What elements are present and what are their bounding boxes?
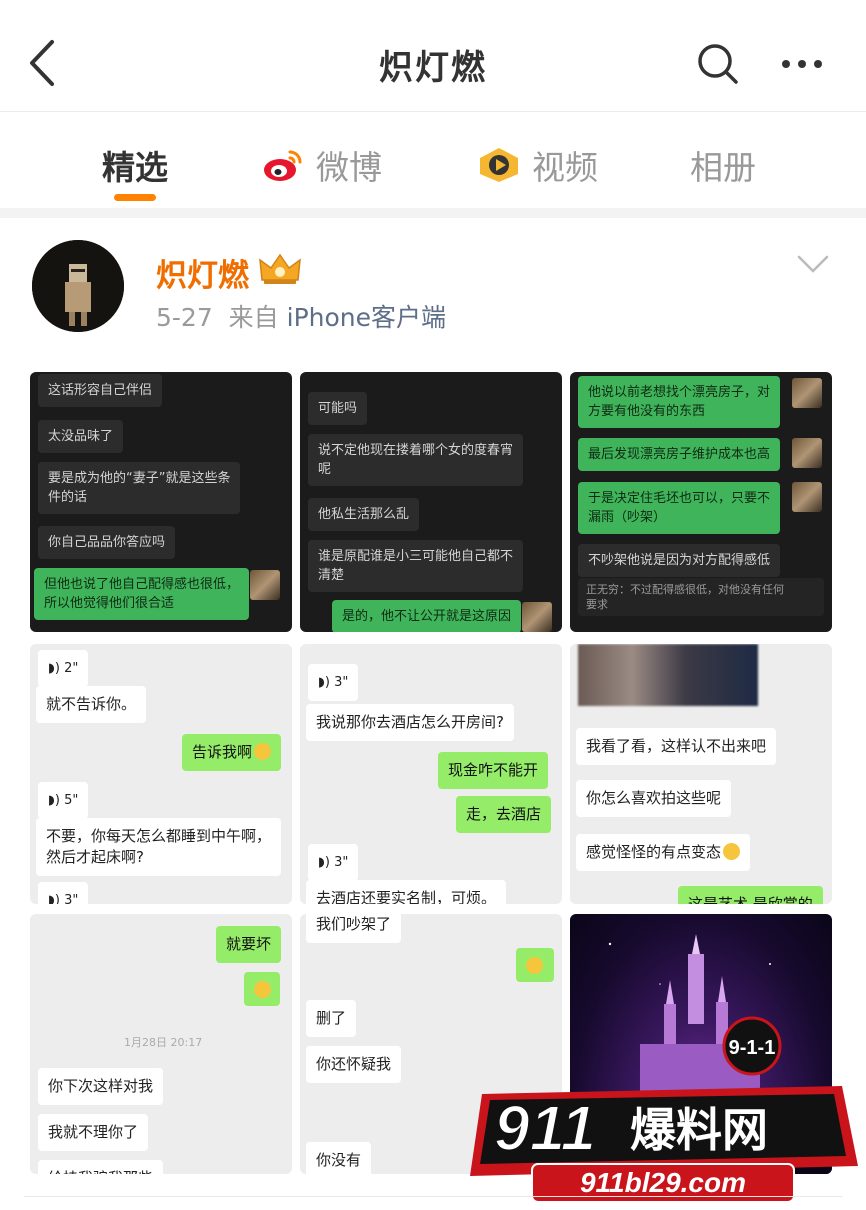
watermark-number: 911 xyxy=(494,1092,596,1164)
emoji-icon xyxy=(254,981,271,998)
voice-duration: 3" xyxy=(64,893,79,904)
image-tile-3[interactable]: 他说以前老想找个漂亮房子，对 方要有他没有的东西 最后发现漂亮房子维护成本也高 … xyxy=(570,372,832,632)
post-source: iPhone客户端 xyxy=(286,303,447,332)
chat-bubble: 他说以前老想找个漂亮房子，对 方要有他没有的东西 xyxy=(578,376,781,428)
bottom-divider xyxy=(24,1196,842,1197)
tab-weibo[interactable]: 微博 xyxy=(262,140,382,190)
chat-bubble xyxy=(244,972,280,1006)
chat-bubble: 就不告诉你。 xyxy=(36,686,147,723)
voice-duration: 3" xyxy=(334,855,349,870)
chat-bubble: 不吵架他说是因为对方配得感低 xyxy=(578,544,781,577)
chat-bubble: 于是决定住毛坯也可以，只要不 漏雨（吵架） xyxy=(578,482,781,534)
pixelated-photo xyxy=(578,644,758,706)
chat-bubble: 感觉怪怪的有点变态 xyxy=(576,834,751,871)
chat-bubble: 我说那你去酒店怎么开房间? xyxy=(306,704,514,741)
chat-bubble: 这话形容自己伴侣 xyxy=(38,374,163,407)
chat-avatar xyxy=(792,482,822,512)
image-tile-4[interactable]: ◗) 2" 就不告诉你。 告诉我啊 ◗) 5" 不要，你每天怎么都睡到中午啊， … xyxy=(30,644,292,904)
chat-avatar xyxy=(792,438,822,468)
chat-bubble: 他私生活那么乱 xyxy=(308,498,420,531)
tab-label: 精选 xyxy=(102,148,168,187)
avatar-figure-icon xyxy=(32,240,124,332)
watermark-brand: 爆料网 xyxy=(630,1103,768,1157)
chat-bubble: 你下次这样对我 xyxy=(38,1068,164,1105)
watermark-badge: 9-1-1 xyxy=(729,1037,776,1059)
section-divider xyxy=(0,208,866,218)
chat-avatar xyxy=(522,602,552,632)
chat-bubble: 告诉我啊 xyxy=(182,734,282,771)
voice-message: ◗) 3" xyxy=(38,882,89,904)
post-meta: 5-27 来自 iPhone客户端 xyxy=(156,298,446,334)
voice-message: ◗) 2" xyxy=(38,650,89,687)
watermark-url: 911bl29.com xyxy=(580,1167,746,1198)
crown-icon xyxy=(259,253,301,284)
tab-label: 微博 xyxy=(316,148,382,187)
chat-bubble: 你怎么喜欢拍这些呢 xyxy=(576,780,732,817)
weibo-icon xyxy=(264,150,302,181)
tab-featured[interactable]: 精选 xyxy=(102,140,168,190)
chat-bubble: 给挂我骗我那些 xyxy=(38,1160,164,1174)
chevron-down-icon[interactable] xyxy=(796,254,830,274)
avatar[interactable] xyxy=(32,240,124,332)
chat-text: 感觉怪怪的有点变态 xyxy=(586,843,722,861)
chat-timestamp: 1月28日 20:17 xyxy=(124,1036,203,1049)
chat-bubble: 这是艺术 是欣赏的 xyxy=(678,886,823,904)
top-bar: 炽灯燃 xyxy=(0,0,866,112)
voice-message: ◗) 3" xyxy=(308,844,359,881)
chat-bubble xyxy=(516,948,554,982)
chat-bubble: 就要坏 xyxy=(216,926,282,963)
image-tile-2[interactable]: 可能吗 说不定他现在搂着哪个女的度春宵 呢 他私生活那么乱 谁是原配谁是小三可能… xyxy=(300,372,562,632)
chat-bubble: 是的，他不让公开就是这原因 xyxy=(332,600,522,632)
more-icon[interactable] xyxy=(780,52,824,76)
chat-bubble: 去酒店还要实名制，可烦。 xyxy=(306,880,507,904)
chat-bubble: 要是成为他的“妻子”就是这些条 件的话 xyxy=(38,462,241,514)
chat-bubble: 你还怀疑我 xyxy=(306,1046,402,1083)
chat-bubble: 可能吗 xyxy=(308,392,368,425)
chat-bubble: 删了 xyxy=(306,1000,357,1037)
chat-bubble: 你自己品品你答应吗 xyxy=(38,526,176,559)
chat-bubble: 我们吵架了 xyxy=(306,914,402,943)
tab-label: 视频 xyxy=(532,148,598,187)
chat-avatar xyxy=(792,378,822,408)
voice-duration: 3" xyxy=(334,675,349,690)
chat-bubble: 我就不理你了 xyxy=(38,1114,149,1151)
quoted-reply: 正无穷：不过配得感很低，对他没有任何 要求 xyxy=(578,578,824,616)
chat-bubble: 现金咋不能开 xyxy=(438,752,549,789)
image-tile-1[interactable]: 这话形容自己伴侣 太没品味了 要是成为他的“妻子”就是这些条 件的话 你自己品品… xyxy=(30,372,292,632)
chat-bubble: 谁是原配谁是小三可能他自己都不 清楚 xyxy=(308,540,524,592)
chat-avatar xyxy=(250,570,280,600)
tab-label: 相册 xyxy=(690,148,756,187)
author-name[interactable]: 炽灯燃 xyxy=(156,250,249,295)
emoji-icon xyxy=(526,957,543,974)
emoji-icon xyxy=(254,743,272,760)
chat-bubble: 我看了看，这样认不出来吧 xyxy=(576,728,777,765)
tab-bar: 精选 微博 视频 相册 xyxy=(0,112,866,208)
chat-bubble: 太没品味了 xyxy=(38,420,124,453)
post-date: 5-27 xyxy=(156,303,213,332)
image-tile-5[interactable]: ◗) 3" 我说那你去酒店怎么开房间? 现金咋不能开 走，去酒店 ◗) 3" 去… xyxy=(300,644,562,904)
chat-bubble: 但他也说了他自己配得感也很低， 所以他觉得他们很合适 xyxy=(34,568,250,620)
tab-active-indicator xyxy=(114,194,156,201)
image-tile-7[interactable]: 就要坏 1月28日 20:17 你下次这样对我 我就不理你了 给挂我骗我那些 xyxy=(30,914,292,1174)
voice-duration: 5" xyxy=(64,793,79,808)
chat-bubble: 走，去酒店 xyxy=(456,796,552,833)
image-tile-6[interactable]: 我看了看，这样认不出来吧 你怎么喜欢拍这些呢 感觉怪怪的有点变态 这是艺术 是欣… xyxy=(570,644,832,904)
chat-bubble: 说不定他现在搂着哪个女的度春宵 呢 xyxy=(308,434,524,486)
tab-album[interactable]: 相册 xyxy=(690,140,756,190)
chat-text: 告诉我啊 xyxy=(192,743,253,761)
search-icon[interactable] xyxy=(696,42,740,86)
voice-duration: 2" xyxy=(64,661,79,676)
chat-bubble: 不要，你每天怎么都睡到中午啊， 然后才起床啊? xyxy=(36,818,282,876)
post-source-prefix: 来自 xyxy=(228,303,279,332)
voice-message: ◗) 3" xyxy=(308,664,359,701)
emoji-icon xyxy=(723,843,741,860)
chat-bubble: 你没有 xyxy=(306,1142,372,1174)
voice-message: ◗) 5" xyxy=(38,782,89,819)
tab-video[interactable]: 视频 xyxy=(478,140,598,190)
chat-bubble: 最后发现漂亮房子维护成本也高 xyxy=(578,438,781,471)
watermark-logo: 9-1-1 911 爆料网 911bl29.com xyxy=(470,1016,858,1203)
video-icon xyxy=(480,148,518,182)
